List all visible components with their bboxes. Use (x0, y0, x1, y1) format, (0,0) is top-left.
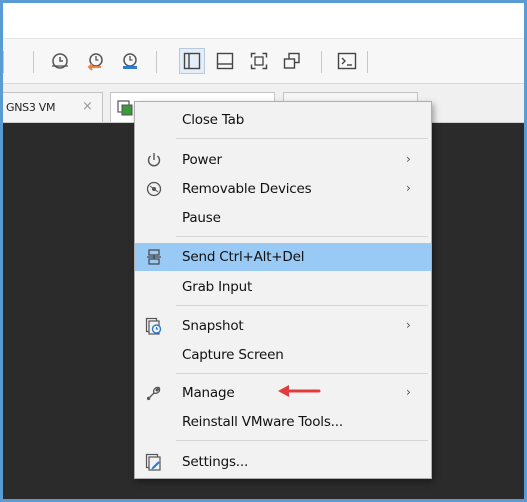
submenu-arrow-icon: › (406, 152, 411, 166)
menu-item-snapshot[interactable]: Snapshot › (135, 312, 431, 340)
toolbar-separator (367, 51, 368, 73)
toolbar (3, 39, 524, 84)
show-thumbnail-bar-button[interactable] (212, 48, 238, 74)
menu-item-settings[interactable]: Settings... (135, 448, 431, 476)
menu-item-removable-devices[interactable]: Removable Devices › (135, 175, 431, 203)
power-icon (147, 153, 161, 167)
tab-label: GNS3 VM (6, 101, 56, 114)
menu-item-label: Settings... (182, 454, 249, 470)
unity-windows-icon (283, 52, 300, 69)
wrench-icon (146, 386, 161, 401)
vm-running-icon (117, 100, 133, 116)
menu-item-reinstall-vmware-tools[interactable]: Reinstall VMware Tools... (135, 408, 431, 436)
menu-item-label: Power (182, 152, 222, 168)
full-screen-button[interactable] (246, 48, 272, 74)
menu-item-label: Removable Devices (182, 181, 312, 197)
menu-item-close-tab[interactable]: Close Tab (135, 106, 431, 134)
menu-item-label: Grab Input (182, 279, 253, 295)
revert-snapshot-icon (87, 53, 103, 71)
menu-separator (176, 138, 428, 139)
submenu-arrow-icon: › (406, 181, 411, 195)
menu-item-power[interactable]: Power › (135, 146, 431, 174)
removable-devices-icon (146, 181, 162, 197)
toolbar-separator (33, 51, 34, 73)
bottom-panel-layout-icon (216, 52, 234, 70)
tab-gns3-vm[interactable]: GNS3 VM × (3, 92, 103, 122)
menu-item-label: Pause (182, 210, 221, 226)
menu-separator (176, 373, 428, 374)
console-view-button[interactable] (334, 48, 360, 74)
snapshot-manager-button[interactable] (117, 48, 143, 74)
menu-item-label: Reinstall VMware Tools... (182, 414, 343, 430)
toolbar-separator (156, 51, 157, 73)
toolbar-separator (321, 51, 322, 73)
menu-separator (176, 305, 428, 306)
menu-item-label: Snapshot (182, 318, 244, 334)
menu-item-label: Capture Screen (182, 347, 284, 363)
title-bar (3, 3, 524, 39)
revert-snapshot-button[interactable] (83, 48, 109, 74)
menu-separator (176, 440, 428, 441)
screenshot-frame: GNS3 VM × Close Tab Power › Removable De… (0, 0, 527, 502)
menu-item-pause[interactable]: Pause (135, 204, 431, 232)
menu-item-label: Send Ctrl+Alt+Del (182, 249, 305, 265)
snapshot-icon (145, 317, 162, 335)
terminal-icon (337, 52, 357, 70)
unity-button[interactable] (279, 48, 305, 74)
snapshot-manager-icon (123, 53, 137, 69)
send-keys-icon (147, 249, 161, 265)
snapshot-clock-icon (52, 53, 68, 69)
annotation-arrow-icon (278, 385, 321, 397)
menu-item-label: Close Tab (182, 112, 245, 128)
submenu-arrow-icon: › (406, 385, 411, 399)
menu-item-label: Manage (182, 385, 235, 401)
settings-icon (145, 453, 161, 471)
tab-context-menu: Close Tab Power › Removable Devices › Pa… (134, 101, 432, 479)
toolbar-separator (3, 51, 4, 73)
tab-close-icon[interactable]: × (82, 99, 93, 114)
menu-item-send-ctrl-alt-del[interactable]: Send Ctrl+Alt+Del (135, 243, 431, 271)
submenu-arrow-icon: › (406, 318, 411, 332)
full-screen-icon (250, 52, 268, 70)
show-library-button[interactable] (179, 48, 205, 74)
menu-item-grab-input[interactable]: Grab Input (135, 273, 431, 301)
menu-separator (176, 236, 428, 237)
take-snapshot-button[interactable] (47, 48, 73, 74)
sidebar-layout-icon (183, 52, 201, 70)
menu-item-capture-screen[interactable]: Capture Screen (135, 341, 431, 369)
